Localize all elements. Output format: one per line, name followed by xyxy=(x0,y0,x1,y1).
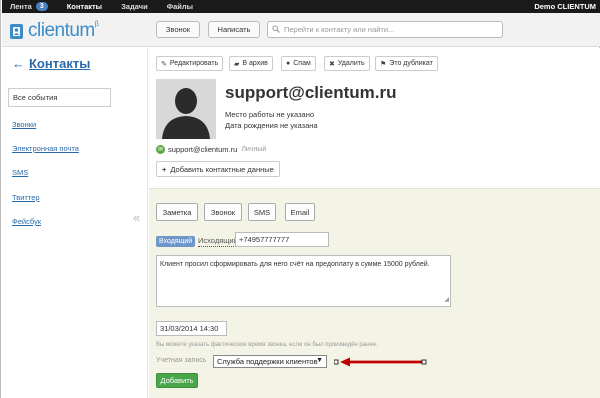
filter-sms[interactable]: SMS xyxy=(12,168,28,177)
filter-email[interactable]: Электронная почта xyxy=(12,144,79,153)
resize-grip-icon[interactable]: ◢ xyxy=(444,296,449,305)
sidebar: ← Контакты Все события Звонки Электронна… xyxy=(2,48,129,398)
add-contact-data-button[interactable]: + Добавить контактные данные xyxy=(156,161,280,177)
account-select[interactable]: Служба поддержки клиентов ▼ xyxy=(213,355,327,368)
add-contact-data-label: Добавить контактные данные xyxy=(170,164,274,174)
person-silhouette-icon xyxy=(156,79,216,139)
filter-all-events[interactable]: Все события xyxy=(8,88,111,107)
highlight-arrow-icon xyxy=(334,357,427,367)
account-select-value: Служба поддержки клиентов xyxy=(217,357,318,366)
email-type-label: Личный xyxy=(241,146,267,153)
write-button[interactable]: Написать xyxy=(208,21,260,38)
contact-email-row: ✉ support@clientum.ru Личный xyxy=(156,145,266,154)
contact-birthday: Дата рождения не указана xyxy=(225,121,318,130)
search-input[interactable]: Перейти к контакту или найти... xyxy=(267,21,503,38)
contact-email[interactable]: support@clientum.ru xyxy=(168,145,237,154)
nav-contacts-label: Контакты xyxy=(66,2,103,11)
top-nav-bar: Лента 3 Контакты Задачи Файлы Demo CLIEN… xyxy=(2,0,600,13)
call-button[interactable]: Звонок xyxy=(156,21,200,38)
activity-form-panel: Заметка Звонок SMS Email Входящий Исходя… xyxy=(149,188,600,398)
phone-input[interactable]: +74957777777 xyxy=(235,232,329,247)
nav-feed-label: Лента xyxy=(10,2,32,11)
submit-add-button[interactable]: Добавить xyxy=(156,373,198,388)
search-placeholder: Перейти к контакту или найти... xyxy=(284,25,395,34)
account-menu[interactable]: Demo CLIENTUM xyxy=(534,2,596,11)
folder-icon: ▰ xyxy=(234,60,240,68)
plus-icon: + xyxy=(162,164,167,174)
contact-name: support@clientum.ru xyxy=(225,83,397,102)
type-email-button[interactable]: Email xyxy=(285,203,315,221)
contact-workplace: Место работы не указано xyxy=(225,110,315,119)
account-label: Учетная запись xyxy=(156,357,207,364)
logo-icon xyxy=(10,23,25,40)
note-textarea[interactable]: Клиент просил сформировать для него счёт… xyxy=(156,255,451,307)
logo-beta: β xyxy=(94,20,99,28)
delete-button-label: Удалить xyxy=(337,60,365,67)
type-sms-button[interactable]: SMS xyxy=(248,203,276,221)
type-note-button[interactable]: Заметка xyxy=(156,203,198,221)
alert-icon: ● xyxy=(286,60,291,67)
archive-button-label: В архив xyxy=(242,60,268,67)
nav-feed[interactable]: Лента 3 xyxy=(10,2,48,11)
call-button-label: Звонок xyxy=(165,25,191,34)
spam-button-label: Спам xyxy=(293,60,311,67)
type-call-label: Звонок xyxy=(210,207,236,217)
filter-twitter[interactable]: Твиттер xyxy=(12,193,40,202)
close-icon: ✖ xyxy=(329,60,335,68)
filter-facebook[interactable]: Фейсбук xyxy=(12,217,41,226)
direction-outgoing-toggle[interactable]: Исходящий xyxy=(198,236,238,247)
filter-calls[interactable]: Звонки xyxy=(12,120,36,129)
top-nav: Лента 3 Контакты Задачи Файлы xyxy=(10,0,212,13)
nav-files-label: Файлы xyxy=(166,2,194,11)
edit-button-label: Редактировать xyxy=(169,60,219,67)
app-header: clientum β Звонок Написать Перейти к кон… xyxy=(2,13,600,47)
avatar xyxy=(156,79,216,139)
back-link-label: Контакты xyxy=(29,56,91,71)
search-icon xyxy=(272,24,280,35)
collapse-sidebar-icon[interactable]: « xyxy=(133,210,140,225)
sidebar-collapse-gutter: « xyxy=(129,48,148,398)
logo-text: clientum xyxy=(28,20,95,41)
logo[interactable]: clientum β xyxy=(10,20,99,42)
contact-main: ✎ Редактировать ▰ В архив ● Спам ✖ Удали… xyxy=(149,48,600,398)
type-note-label: Заметка xyxy=(162,207,192,217)
nav-files[interactable]: Файлы xyxy=(167,2,193,11)
archive-button[interactable]: ▰ В архив xyxy=(229,56,273,71)
type-email-label: Email xyxy=(290,207,310,217)
spam-button[interactable]: ● Спам xyxy=(281,56,316,71)
type-sms-label: SMS xyxy=(253,207,271,217)
app-window: Лента 3 Контакты Задачи Файлы Demo CLIEN… xyxy=(0,0,600,398)
type-call-button[interactable]: Звонок xyxy=(204,203,242,221)
edit-button[interactable]: ✎ Редактировать xyxy=(156,56,224,71)
nav-tasks-label: Задачи xyxy=(121,2,148,11)
datetime-hint: Вы можете указать фактическое время звон… xyxy=(156,342,378,348)
back-to-contacts-link[interactable]: ← Контакты xyxy=(12,56,90,71)
direction-incoming-toggle[interactable]: Входящий xyxy=(156,236,196,247)
feed-count-badge: 3 xyxy=(35,2,48,11)
write-button-label: Написать xyxy=(217,25,251,34)
flag-icon: ⚑ xyxy=(380,60,387,68)
pencil-icon: ✎ xyxy=(161,60,167,68)
delete-button[interactable]: ✖ Удалить xyxy=(324,56,370,71)
note-text: Клиент просил сформировать для него счёт… xyxy=(160,261,430,268)
nav-contacts[interactable]: Контакты xyxy=(67,2,102,11)
dropdown-caret-icon: ▼ xyxy=(316,357,323,364)
duplicate-button[interactable]: ⚑ Это дубликат xyxy=(375,56,438,71)
datetime-input[interactable]: 31/03/2014 14:30 xyxy=(156,321,227,336)
email-icon: ✉ xyxy=(156,145,165,154)
duplicate-button-label: Это дубликат xyxy=(389,60,433,67)
nav-tasks[interactable]: Задачи xyxy=(121,2,148,11)
back-arrow-icon: ← xyxy=(12,56,25,71)
